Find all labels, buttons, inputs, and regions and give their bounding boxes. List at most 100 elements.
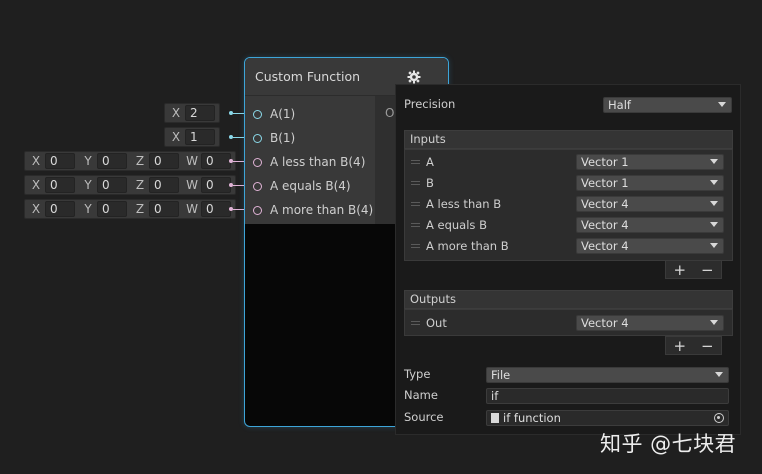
input-type-value: Vector 4 xyxy=(581,218,629,232)
dropdown-arrow-icon xyxy=(710,243,718,248)
inputs-add-remove: + − xyxy=(665,260,722,279)
output-type-dropdown[interactable]: Vector 4 xyxy=(576,315,724,331)
name-label: Name xyxy=(404,388,438,402)
axis-label-y: Y xyxy=(84,202,92,216)
port-field-a-equals-b: X 0 Y 0 Z 0 W 0 xyxy=(24,175,236,195)
value-input-x[interactable]: 0 xyxy=(45,177,75,193)
list-item[interactable]: Out Vector 4 xyxy=(405,313,732,333)
watermark: 知乎 @七块君 xyxy=(600,432,737,456)
dropdown-arrow-icon xyxy=(710,159,718,164)
source-object-field[interactable]: if function xyxy=(486,410,729,426)
port-connector-icon[interactable] xyxy=(253,109,262,119)
list-item[interactable]: A less than B Vector 4 xyxy=(405,194,732,214)
drag-handle-icon[interactable] xyxy=(411,223,420,227)
input-name[interactable]: A less than B xyxy=(426,197,501,211)
input-name[interactable]: B xyxy=(426,176,434,190)
input-type-dropdown[interactable]: Vector 4 xyxy=(576,196,724,212)
dropdown-arrow-icon xyxy=(710,320,718,325)
port-connector-icon[interactable] xyxy=(253,133,262,143)
dropdown-arrow-icon xyxy=(718,102,726,107)
list-item[interactable]: A equals B Vector 4 xyxy=(405,215,732,235)
port-field-a-more-than-b: X 0 Y 0 Z 0 W 0 xyxy=(24,199,236,219)
dropdown-arrow-icon xyxy=(710,180,718,185)
input-port-a-more-than-b[interactable]: A more than B(4) xyxy=(253,200,373,220)
input-type-value: Vector 4 xyxy=(581,197,629,211)
input-name[interactable]: A xyxy=(426,155,434,169)
value-input-y[interactable]: 0 xyxy=(97,201,127,217)
add-output-button[interactable]: + xyxy=(673,337,686,355)
input-port-a-equals-b[interactable]: A equals B(4) xyxy=(253,176,351,196)
add-input-button[interactable]: + xyxy=(673,261,686,279)
axis-label-z: Z xyxy=(135,154,145,168)
value-input-y[interactable]: 0 xyxy=(97,177,127,193)
dropdown-arrow-icon xyxy=(710,222,718,227)
port-label: A equals B(4) xyxy=(270,179,351,193)
remove-input-button[interactable]: − xyxy=(701,261,714,279)
vector4-field-group: X 0 Y 0 Z 0 W 0 xyxy=(24,151,236,171)
drag-handle-icon[interactable] xyxy=(411,181,420,185)
port-label: A(1) xyxy=(270,107,296,121)
node-title: Custom Function xyxy=(255,69,361,84)
axis-label-w: W xyxy=(186,178,198,192)
value-input-x[interactable]: 1 xyxy=(185,129,215,145)
input-type-dropdown[interactable]: Vector 4 xyxy=(576,238,724,254)
list-item[interactable]: A Vector 1 xyxy=(405,152,732,172)
value-input-x[interactable]: 0 xyxy=(45,201,75,217)
type-value: File xyxy=(491,368,511,382)
drag-handle-icon[interactable] xyxy=(411,160,420,164)
input-type-value: Vector 1 xyxy=(581,176,629,190)
axis-label-z: Z xyxy=(135,178,145,192)
value-input-z[interactable]: 0 xyxy=(149,177,179,193)
precision-value: Half xyxy=(608,98,631,112)
port-connector-icon[interactable] xyxy=(253,181,262,191)
input-type-dropdown[interactable]: Vector 1 xyxy=(576,175,724,191)
axis-label-x: X xyxy=(31,202,41,216)
value-input-x[interactable]: 2 xyxy=(185,105,215,121)
port-connector-icon[interactable] xyxy=(253,205,262,215)
input-type-dropdown[interactable]: Vector 1 xyxy=(576,154,724,170)
file-icon xyxy=(491,413,499,423)
remove-output-button[interactable]: − xyxy=(701,337,714,355)
axis-label-y: Y xyxy=(84,154,92,168)
precision-dropdown[interactable]: Half xyxy=(603,97,732,113)
input-port-a-less-than-b[interactable]: A less than B(4) xyxy=(253,152,365,172)
drag-handle-icon[interactable] xyxy=(411,244,420,248)
axis-label-x: X xyxy=(171,106,181,120)
list-item[interactable]: A more than B Vector 4 xyxy=(405,236,732,256)
outputs-list-header: Outputs xyxy=(404,290,733,309)
vector4-field-group: X 0 Y 0 Z 0 W 0 xyxy=(24,175,236,195)
dropdown-arrow-icon xyxy=(715,372,723,377)
input-port-b[interactable]: B(1) xyxy=(253,128,295,148)
drag-handle-icon[interactable] xyxy=(411,321,420,325)
list-item[interactable]: B Vector 1 xyxy=(405,173,732,193)
input-type-dropdown[interactable]: Vector 4 xyxy=(576,217,724,233)
type-dropdown[interactable]: File xyxy=(486,367,729,383)
precision-label: Precision xyxy=(404,97,456,111)
source-label: Source xyxy=(404,410,444,424)
axis-label-z: Z xyxy=(135,202,145,216)
port-label: A more than B(4) xyxy=(270,203,374,217)
input-port-a[interactable]: A(1) xyxy=(253,104,295,124)
object-picker-icon[interactable] xyxy=(714,413,724,423)
value-input-x[interactable]: 0 xyxy=(45,153,75,169)
value-input-w[interactable]: 0 xyxy=(201,201,231,217)
gear-icon[interactable] xyxy=(407,70,421,84)
port-label: A less than B(4) xyxy=(270,155,366,169)
value-input-z[interactable]: 0 xyxy=(149,201,179,217)
output-name[interactable]: Out xyxy=(426,316,447,330)
input-name[interactable]: A equals B xyxy=(426,218,487,232)
name-input[interactable]: if xyxy=(486,388,729,404)
input-name[interactable]: A more than B xyxy=(426,239,509,253)
port-field-a-less-than-b: X 0 Y 0 Z 0 W 0 xyxy=(24,151,236,171)
outputs-add-remove: + − xyxy=(665,336,722,355)
value-input-y[interactable]: 0 xyxy=(97,153,127,169)
value-input-z[interactable]: 0 xyxy=(149,153,179,169)
vector1-field-group: X 2 xyxy=(164,103,220,123)
input-type-value: Vector 1 xyxy=(581,155,629,169)
drag-handle-icon[interactable] xyxy=(411,202,420,206)
port-label: B(1) xyxy=(270,131,296,145)
value-input-w[interactable]: 0 xyxy=(201,177,231,193)
vector4-field-group: X 0 Y 0 Z 0 W 0 xyxy=(24,199,236,219)
value-input-w[interactable]: 0 xyxy=(201,153,231,169)
port-connector-icon[interactable] xyxy=(253,157,262,167)
